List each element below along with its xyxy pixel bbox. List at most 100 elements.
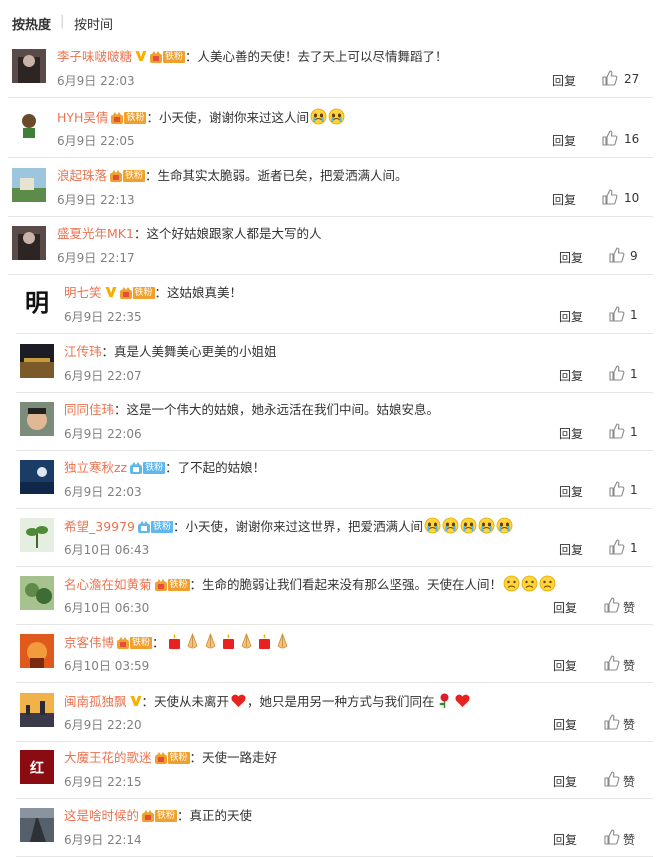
comment-text: ：人美心善的天使！去了天上可以尽情舞蹈了！ [185,49,448,64]
like-count[interactable]: 1 [630,483,638,497]
username-link[interactable]: 盛夏光年MK1 [57,226,134,241]
user-avatar[interactable] [12,109,46,143]
fan-badge[interactable]: 铁粉 [116,636,153,650]
user-avatar[interactable] [20,693,54,727]
user-avatar[interactable]: 红 [20,750,54,784]
fan-badge[interactable]: 铁粉 [109,169,146,183]
username-link[interactable]: 浪起珠落 [57,168,107,183]
username-link[interactable]: 明七笑 [64,285,102,300]
reply-button[interactable]: 回复 [559,367,583,384]
user-avatar[interactable] [20,518,54,552]
like-icon[interactable] [607,538,625,556]
like-icon[interactable] [602,770,620,788]
fan-badge[interactable]: 铁粉 [154,751,190,765]
like-count[interactable]: 赞 [623,599,635,616]
user-avatar[interactable] [20,634,54,668]
comment-line: 大魔王花的歌迷 铁粉 ：天使一路走好 [64,749,277,767]
comment-item: 京客伟博 铁粉： 6月10日 03:59 回复 赞 [0,625,657,683]
user-avatar[interactable] [20,460,54,494]
like-count[interactable]: 1 [630,367,638,381]
comment-text: ：了不起的姑娘！ [165,460,266,475]
user-avatar[interactable]: 明 [20,285,54,319]
username-link[interactable]: 大魔王花的歌迷 [64,750,152,765]
comment-time: 6月9日 22:07 [64,369,142,383]
comment-text: ：生命的脆弱让我们看起来没有那么坚强。天使在人间！ [189,577,503,592]
like-icon[interactable] [602,596,620,614]
like-count[interactable]: 赞 [623,716,635,733]
username-link[interactable]: 京客伟博 [64,635,114,650]
reply-button[interactable]: 回复 [553,716,577,733]
like-icon[interactable] [602,654,620,672]
like-icon[interactable] [600,188,618,206]
fan-badge[interactable]: 铁粉 [119,286,155,300]
comment-line: 盛夏光年MK1：这个好姑娘跟家人都是大写的人 [57,225,321,243]
fan-badge[interactable]: 铁粉 [137,520,174,534]
reply-button[interactable]: 回复 [559,425,583,442]
comment-time: 6月9日 22:03 [57,74,135,88]
user-avatar[interactable] [12,168,46,202]
reply-button[interactable]: 回复 [559,308,583,325]
fan-badge[interactable]: 铁粉 [141,809,178,823]
username-link[interactable]: 名心澹在如黄菊 [64,577,152,592]
comment-item: HYH吴倩 铁粉 ：小天使，谢谢你来过这人间 6月9日 22:05 回复 16 [0,100,657,158]
like-icon[interactable] [607,305,625,323]
like-icon[interactable] [607,422,625,440]
reply-button[interactable]: 回复 [559,541,583,558]
like-count[interactable]: 赞 [623,831,635,848]
like-count[interactable]: 27 [624,72,639,86]
reply-button[interactable]: 回复 [553,657,577,674]
username-link[interactable]: 江传玮 [64,344,102,359]
verified-icon[interactable] [105,285,117,297]
fan-badge[interactable]: 铁粉 [110,111,147,125]
reply-button[interactable]: 回复 [552,72,576,89]
like-count[interactable]: 赞 [623,657,635,674]
username-link[interactable]: 这是啥时候的 [64,808,139,823]
comment-text: ：天使一路走好 [189,750,278,765]
like-icon[interactable] [607,364,625,382]
verified-icon[interactable] [130,694,142,706]
username-link[interactable]: 闽南孤独飘 [64,694,127,709]
username-link[interactable]: 同同佳玮 [64,402,114,417]
like-count[interactable]: 赞 [623,773,635,790]
user-avatar[interactable] [20,576,54,610]
like-count[interactable]: 1 [630,425,638,439]
username-link[interactable]: 希望_39979 [64,519,135,534]
like-count[interactable]: 1 [630,308,638,322]
sort-by-time-tab[interactable]: 按时间 [74,14,113,33]
user-avatar[interactable] [12,49,46,83]
reply-button[interactable]: 回复 [553,599,577,616]
heart-emoji [454,692,471,709]
reply-button[interactable]: 回复 [559,483,583,500]
user-avatar[interactable] [20,344,54,378]
fan-badge[interactable]: 铁粉 [154,578,190,592]
prayer-emoji [274,632,291,650]
like-icon[interactable] [607,480,625,498]
username-link[interactable]: 李子味啵啵糖 [57,49,132,64]
like-icon[interactable] [602,828,620,846]
comment-time: 6月9日 22:14 [64,833,142,847]
fan-badge[interactable]: 铁粉 [129,461,166,475]
reply-button[interactable]: 回复 [552,191,576,208]
verified-icon[interactable] [135,49,147,61]
user-avatar[interactable] [20,808,54,842]
fan-badge[interactable]: 铁粉 [149,50,186,64]
like-count[interactable]: 10 [624,191,639,205]
like-icon[interactable] [600,129,618,147]
sort-by-hot-tab[interactable]: 按热度 [12,14,51,33]
like-icon[interactable] [600,69,618,87]
reply-button[interactable]: 回复 [553,773,577,790]
user-avatar[interactable] [20,402,54,436]
user-avatar[interactable] [12,226,46,260]
like-icon[interactable] [602,713,620,731]
username-link[interactable]: HYH吴倩 [57,110,108,125]
username-link[interactable]: 独立寒秋zz [64,460,127,475]
row-divider [16,333,653,334]
like-count[interactable]: 9 [630,249,638,263]
reply-button[interactable]: 回复 [553,831,577,848]
like-count[interactable]: 16 [624,132,639,146]
like-icon[interactable] [607,246,625,264]
like-count[interactable]: 1 [630,541,638,555]
crying-emoji [460,517,477,534]
reply-button[interactable]: 回复 [552,132,576,149]
reply-button[interactable]: 回复 [559,249,583,266]
